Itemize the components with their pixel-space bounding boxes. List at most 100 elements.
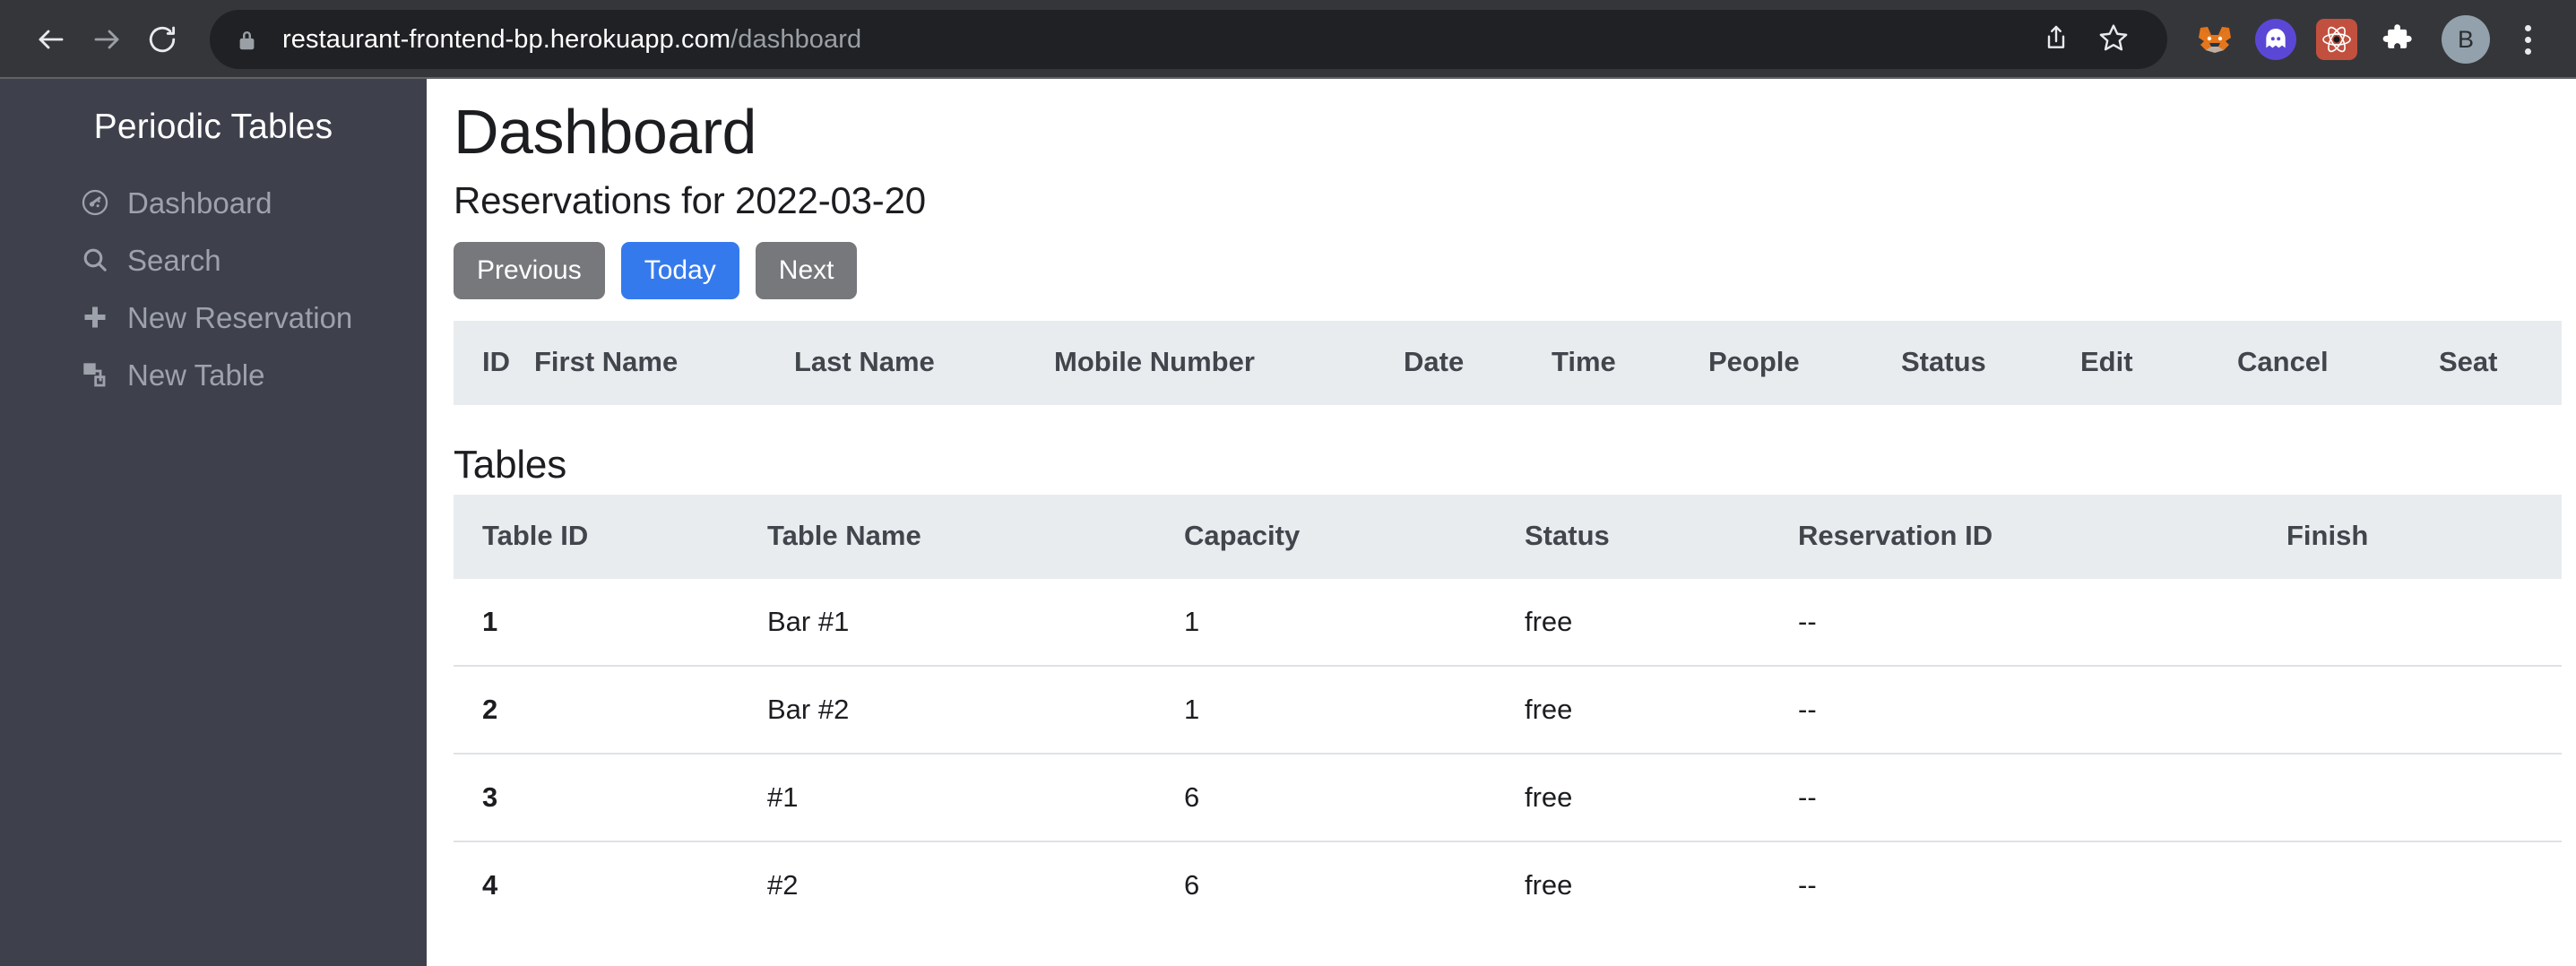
previous-button[interactable]: Previous — [454, 241, 605, 300]
table-cell-capacity: 1 — [1184, 665, 1525, 755]
column-header-table-name: Table Name — [767, 495, 1184, 580]
table-cell-table-name: #2 — [767, 841, 1184, 929]
dashboard-gauge-icon — [79, 186, 111, 219]
sidebar-item-new-table[interactable]: New Table — [0, 346, 427, 403]
table-cell-reservation-id: -- — [1798, 841, 2286, 929]
column-header-seat: Seat — [2439, 321, 2562, 406]
column-header-capacity: Capacity — [1184, 495, 1525, 580]
profile-avatar[interactable]: B — [2442, 15, 2490, 64]
table-cell-status: free — [1525, 606, 1573, 638]
plus-icon — [79, 301, 111, 333]
bookmark-button[interactable] — [2085, 11, 2142, 68]
forward-button[interactable] — [79, 12, 134, 67]
table-header-row: Table ID Table Name Capacity Status Rese… — [454, 495, 2562, 580]
column-header-cancel: Cancel — [2237, 321, 2439, 406]
omnibox-actions — [2027, 11, 2142, 68]
column-header-last-name: Last Name — [794, 321, 1054, 406]
menu-dot — [2524, 36, 2531, 43]
table-cell-capacity: 1 — [1184, 606, 1200, 638]
table-header-row: ID First Name Last Name Mobile Number Da… — [454, 321, 2562, 406]
star-icon — [2098, 22, 2129, 57]
table-cell-table-id: 1 — [482, 606, 498, 638]
tables-table-body: 1 Bar #1 1 free -- 2 Bar #2 1 free -- 3 #1 6 free -- 4 #… — [454, 579, 2562, 929]
column-header-id: ID — [454, 321, 534, 406]
sidebar-item-new-reservation[interactable]: New Reservation — [0, 289, 427, 346]
next-button[interactable]: Next — [755, 241, 858, 300]
table-cell-status: free — [1525, 665, 1798, 755]
sidebar-item-label: New Table — [127, 358, 265, 392]
table-cell-reservation-id: -- — [1798, 753, 2286, 842]
date-navigation: Previous Today Next — [454, 241, 2576, 300]
column-header-table-id: Table ID — [454, 495, 767, 580]
table-cell-reservation-id: -- — [1798, 606, 1817, 638]
main-content: Dashboard Reservations for 2022-03-20 Pr… — [427, 79, 2576, 966]
table-cell-table-id: 4 — [454, 841, 767, 929]
tables-table-head: Table ID Table Name Capacity Status Rese… — [454, 495, 2562, 580]
table-cell-capacity: 6 — [1184, 753, 1525, 842]
tables-table-wrap: Table ID Table Name Capacity Status Rese… — [454, 495, 2562, 929]
sidebar-item-label: Search — [127, 243, 221, 277]
table-row: 2 Bar #2 1 free -- — [454, 665, 2562, 755]
share-icon — [2042, 23, 2070, 56]
table-cell-status: free — [1525, 841, 1798, 929]
table-row: 3 #1 6 free -- — [454, 753, 2562, 842]
tables-section-heading: Tables — [454, 443, 566, 487]
browser-toolbar: restaurant-frontend-bp.herokuapp.com/das… — [0, 0, 2576, 79]
url-path: /dashboard — [730, 24, 862, 54]
back-button[interactable] — [23, 12, 79, 67]
column-header-finish: Finish — [2286, 495, 2562, 580]
table-cell-capacity: 6 — [1184, 841, 1525, 929]
sidebar-item-label: Dashboard — [127, 185, 272, 220]
table-cell-table-name: #1 — [767, 753, 1184, 842]
reservations-table-head: ID First Name Last Name Mobile Number Da… — [454, 321, 2562, 406]
app-title: Periodic Tables — [93, 108, 333, 146]
sidebar-item-label: New Reservation — [127, 300, 353, 334]
reservations-date-heading: Reservations for 2022-03-20 — [454, 178, 926, 221]
column-header-people: People — [1708, 321, 1901, 406]
url-host: restaurant-frontend-bp.herokuapp.com — [282, 24, 731, 54]
address-bar[interactable]: restaurant-frontend-bp.herokuapp.com/das… — [210, 10, 2167, 69]
url-text: restaurant-frontend-bp.herokuapp.com/das… — [282, 25, 861, 55]
column-header-status: Status — [1525, 495, 1798, 580]
three-dot-menu-icon[interactable] — [2503, 14, 2553, 65]
table-cell-table-name: Bar #2 — [767, 665, 1184, 755]
table-cell-finish — [2286, 753, 2562, 842]
menu-dot — [2524, 24, 2531, 31]
table-cell-reservation-id: -- — [1798, 665, 2286, 755]
column-header-reservation-id: Reservation ID — [1798, 495, 2286, 580]
react-devtools-extension-icon[interactable] — [2316, 19, 2357, 60]
today-button[interactable]: Today — [620, 241, 739, 300]
sidebar: Periodic Tables Dashboard Search New Res… — [0, 79, 427, 966]
table-cell-status: free — [1525, 753, 1798, 842]
browser-extensions — [2194, 19, 2418, 60]
table-row: 1 Bar #1 1 free -- — [454, 579, 2562, 666]
tables-table: Table ID Table Name Capacity Status Rese… — [454, 495, 2562, 929]
reservations-table-wrap: ID First Name Last Name Mobile Number Da… — [454, 321, 2562, 406]
reload-button[interactable] — [134, 12, 190, 67]
page-title: Dashboard — [454, 97, 756, 167]
column-header-time: Time — [1552, 321, 1708, 406]
table-cell-table-name: Bar #1 — [767, 606, 850, 638]
forward-arrow-icon — [91, 23, 123, 56]
metamask-extension-icon[interactable] — [2194, 19, 2235, 60]
menu-dot — [2524, 47, 2531, 55]
table-cell-table-id: 3 — [454, 753, 767, 842]
table-cell-finish — [2286, 841, 2562, 929]
reservations-table: ID First Name Last Name Mobile Number Da… — [454, 321, 2562, 406]
column-header-first-name: First Name — [534, 321, 794, 406]
layers-icon — [79, 358, 111, 391]
table-row: 4 #2 6 free -- — [454, 841, 2562, 929]
column-header-edit: Edit — [2080, 321, 2237, 406]
extensions-puzzle-icon[interactable] — [2377, 19, 2418, 60]
sidebar-item-dashboard[interactable]: Dashboard — [0, 174, 427, 231]
sidebar-item-search[interactable]: Search — [0, 231, 427, 289]
sidebar-nav: Dashboard Search New Reservation New Tab… — [0, 174, 427, 403]
table-cell-finish — [2286, 665, 2562, 755]
search-icon — [79, 244, 111, 276]
phantom-wallet-extension-icon[interactable] — [2255, 19, 2296, 60]
column-header-date: Date — [1404, 321, 1552, 406]
table-cell-finish — [2286, 579, 2562, 666]
column-header-mobile-number: Mobile Number — [1054, 321, 1404, 406]
back-arrow-icon — [35, 23, 67, 56]
share-button[interactable] — [2027, 11, 2085, 68]
